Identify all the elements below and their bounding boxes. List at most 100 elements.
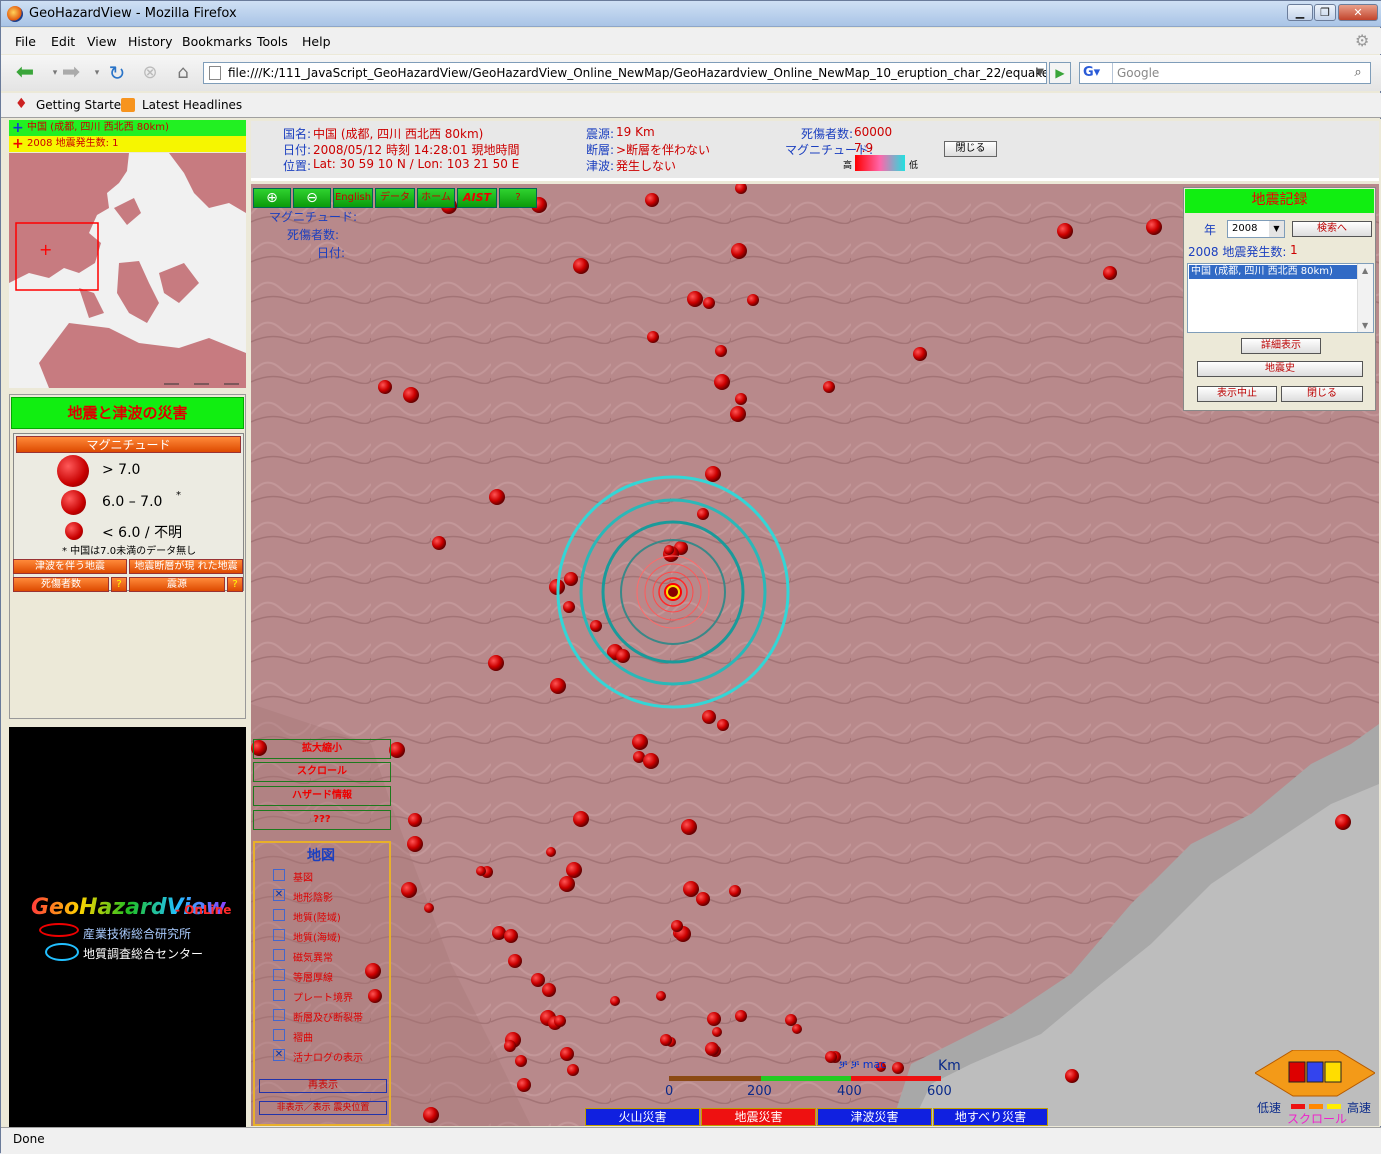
google-icon[interactable]: G▾ bbox=[1083, 65, 1100, 81]
detail-button[interactable]: 詳細表示 bbox=[1241, 338, 1321, 354]
zoom-menu-button[interactable]: 拡大縮小 bbox=[253, 739, 391, 759]
quake-marker[interactable] bbox=[401, 882, 417, 898]
quake-marker[interactable] bbox=[717, 719, 729, 731]
scroll-up-icon[interactable]: ▲ bbox=[1362, 266, 1368, 275]
tab-earthquake[interactable]: 地震災害 bbox=[701, 1108, 816, 1126]
info-close-button[interactable]: 閉じる bbox=[944, 141, 997, 157]
quake-marker[interactable] bbox=[707, 1012, 721, 1026]
quake-marker[interactable] bbox=[664, 545, 674, 555]
deaths-help-button[interactable]: ? bbox=[111, 577, 127, 592]
layer-checkbox[interactable] bbox=[273, 989, 285, 1001]
quake-marker[interactable] bbox=[407, 836, 423, 852]
plus-icon[interactable]: + bbox=[12, 121, 24, 135]
quake-marker[interactable] bbox=[792, 1024, 802, 1034]
close-window-button[interactable]: ✕ bbox=[1338, 4, 1378, 21]
quake-marker[interactable] bbox=[378, 380, 392, 394]
quake-marker[interactable] bbox=[492, 926, 506, 940]
quake-marker[interactable] bbox=[913, 347, 927, 361]
menu-edit[interactable]: Edit bbox=[51, 34, 75, 49]
layer-checkbox[interactable] bbox=[273, 1009, 285, 1021]
hypocenter-button[interactable]: 震源 bbox=[129, 577, 225, 592]
quake-marker[interactable] bbox=[515, 1055, 527, 1067]
quake-marker[interactable] bbox=[408, 813, 422, 827]
layer-label[interactable]: 等層厚線 bbox=[293, 969, 333, 984]
quake-marker[interactable] bbox=[825, 1051, 837, 1063]
layer-checkbox[interactable] bbox=[273, 1029, 285, 1041]
quake-marker[interactable] bbox=[423, 1107, 439, 1123]
search-record-button[interactable]: 検索へ bbox=[1292, 221, 1372, 237]
maximize-button[interactable]: ❐ bbox=[1314, 4, 1336, 21]
back-icon[interactable]: ⬅ bbox=[13, 61, 37, 85]
layer-label[interactable]: プレート境界 bbox=[293, 989, 353, 1004]
reload-icon[interactable]: ↻ bbox=[105, 61, 129, 85]
fault-quake-button[interactable]: 地震断層が現 れた地震 bbox=[129, 559, 243, 574]
quake-marker[interactable] bbox=[546, 847, 556, 857]
deaths-button[interactable]: 死傷者数 bbox=[13, 577, 109, 592]
quake-marker[interactable] bbox=[656, 991, 666, 1001]
quake-marker[interactable] bbox=[610, 996, 620, 1006]
quake-marker[interactable] bbox=[687, 291, 703, 307]
quake-marker[interactable] bbox=[747, 294, 759, 306]
overview-minimap[interactable]: + bbox=[9, 153, 246, 388]
quake-marker[interactable] bbox=[730, 406, 746, 422]
redraw-button[interactable]: 再表示 bbox=[259, 1079, 387, 1093]
layer-label[interactable]: 活ナログの表示 bbox=[293, 1049, 363, 1064]
quake-marker[interactable] bbox=[1057, 223, 1073, 239]
quake-marker[interactable] bbox=[729, 885, 741, 897]
list-scrollbar[interactable]: ▲ ▼ bbox=[1357, 264, 1373, 332]
quake-marker[interactable] bbox=[715, 345, 727, 357]
history-button[interactable]: 地震史 bbox=[1197, 361, 1363, 377]
menu-history[interactable]: History bbox=[128, 34, 172, 49]
quake-marker[interactable] bbox=[508, 954, 522, 968]
record-listbox[interactable]: 中国 (成都, 四川 西北西 80km) ▲ ▼ bbox=[1187, 263, 1374, 333]
plus-icon[interactable]: + bbox=[12, 137, 24, 151]
quake-marker[interactable] bbox=[488, 655, 504, 671]
english-button[interactable]: English bbox=[333, 188, 373, 208]
zoom-in-button[interactable]: ⊕ bbox=[253, 188, 291, 208]
hypocenter-help-button[interactable]: ? bbox=[227, 577, 243, 592]
quake-marker[interactable] bbox=[647, 331, 659, 343]
quake-marker[interactable] bbox=[643, 753, 659, 769]
layer-label[interactable]: 地質(陸域) bbox=[293, 909, 341, 924]
record-close-button[interactable]: 閉じる bbox=[1281, 386, 1363, 402]
tab-landslide[interactable]: 地すべり災害 bbox=[933, 1108, 1048, 1126]
quake-marker[interactable] bbox=[616, 649, 630, 663]
url-bar[interactable]: file:///K:/111_JavaScript_GeoHazardView/… bbox=[203, 62, 1047, 84]
quake-marker[interactable] bbox=[632, 734, 648, 750]
quake-marker[interactable] bbox=[660, 1034, 672, 1046]
quake-marker[interactable] bbox=[489, 489, 505, 505]
quake-marker[interactable] bbox=[712, 1027, 722, 1037]
quake-marker[interactable] bbox=[424, 903, 434, 913]
quake-marker[interactable] bbox=[705, 466, 721, 482]
bookmark-getting-started[interactable]: Getting Started bbox=[36, 98, 129, 112]
layer-label[interactable]: 磁気異常 bbox=[293, 949, 333, 964]
quake-marker[interactable] bbox=[542, 983, 556, 997]
menu-help[interactable]: Help bbox=[302, 34, 331, 49]
quake-marker[interactable] bbox=[573, 258, 589, 274]
home-button[interactable]: ホーム bbox=[417, 188, 455, 208]
toggle-epicenter-button[interactable]: 非表示／表示 震央位置 bbox=[259, 1101, 387, 1115]
tab-volcano[interactable]: 火山災害 bbox=[585, 1108, 700, 1126]
menu-view[interactable]: View bbox=[87, 34, 117, 49]
url-dropdown-icon[interactable]: ▼ bbox=[1036, 63, 1044, 83]
quake-marker[interactable] bbox=[683, 881, 699, 897]
search-box[interactable]: G▾ Google ⌕ bbox=[1079, 62, 1371, 84]
quake-marker[interactable] bbox=[697, 508, 709, 520]
quake-marker[interactable] bbox=[504, 929, 518, 943]
layer-label[interactable]: 地質(海域) bbox=[293, 929, 341, 944]
quake-marker[interactable] bbox=[567, 1064, 579, 1076]
forward-icon[interactable]: ➡ bbox=[59, 61, 83, 85]
quake-marker[interactable] bbox=[1065, 1069, 1079, 1083]
quake-marker[interactable] bbox=[645, 193, 659, 207]
quake-marker[interactable] bbox=[1335, 814, 1351, 830]
tab-tsunami[interactable]: 津波災害 bbox=[817, 1108, 932, 1126]
layer-label[interactable]: 地形陰影 bbox=[293, 889, 333, 904]
quake-marker[interactable] bbox=[517, 1078, 531, 1092]
epicenter-marker[interactable] bbox=[666, 585, 680, 599]
speed-red[interactable] bbox=[1291, 1104, 1305, 1109]
quake-marker[interactable] bbox=[389, 742, 405, 758]
quake-marker[interactable] bbox=[1103, 266, 1117, 280]
quake-marker[interactable] bbox=[504, 1040, 516, 1052]
layer-label[interactable]: 断層及び断裂帯 bbox=[293, 1009, 363, 1024]
quake-marker[interactable] bbox=[731, 243, 747, 259]
